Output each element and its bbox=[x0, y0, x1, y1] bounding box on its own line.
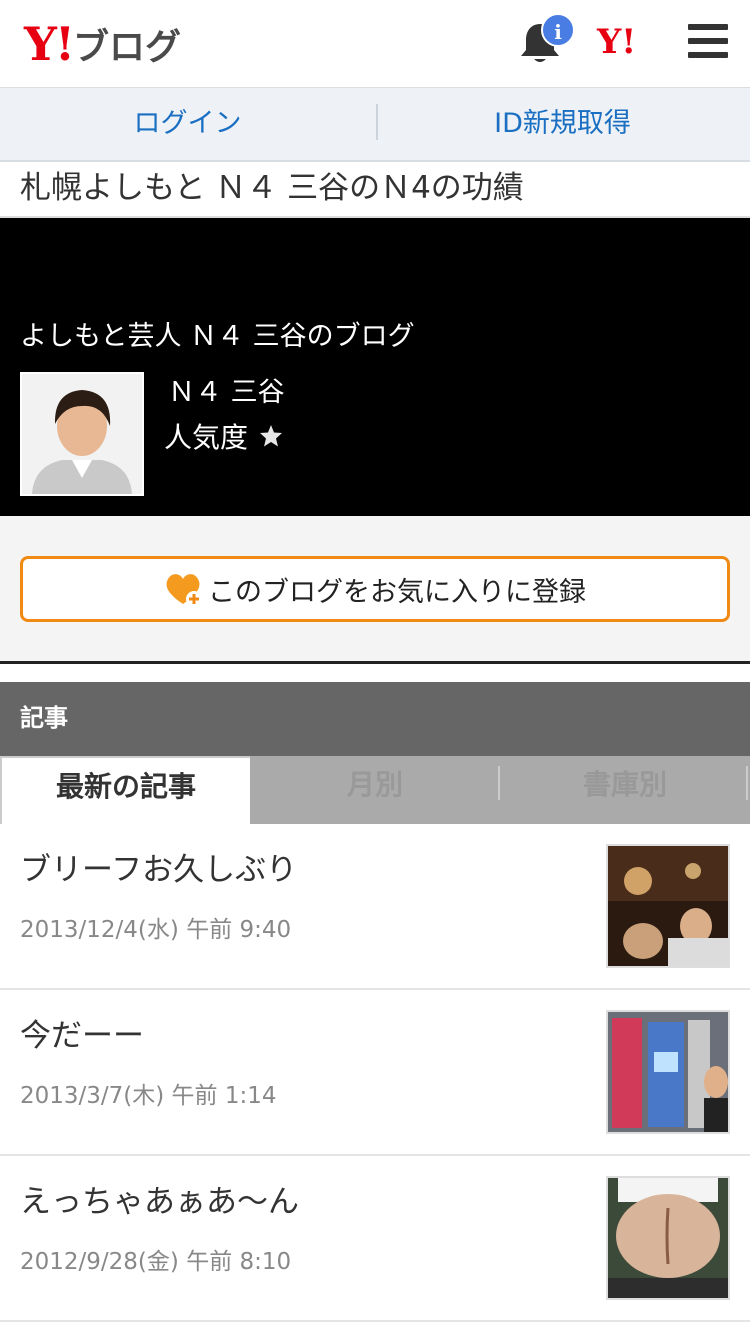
article-title: ブリーフお久しぶり bbox=[20, 852, 298, 888]
yahoo-logo-mark: Y! bbox=[24, 17, 75, 71]
page-title: 札幌よしもと Ｎ４ 三谷のＮ4の功績 bbox=[0, 162, 750, 218]
blog-profile: よしもと芸人 Ｎ４ 三谷のブログ Ｎ４ 三谷 人気度 bbox=[0, 218, 750, 516]
author-name: Ｎ４ 三谷 bbox=[168, 377, 285, 408]
article-date: 2012/9/28(金) 午前 8:10 bbox=[20, 1249, 292, 1275]
app-header: Y! ブログ i Y! bbox=[0, 0, 750, 88]
author-avatar[interactable] bbox=[20, 372, 144, 496]
article-item[interactable]: 今だーー 2013/3/7(木) 午前 1:14 bbox=[0, 990, 750, 1156]
article-title: 今だーー bbox=[20, 1018, 144, 1054]
article-thumbnail bbox=[606, 1010, 730, 1134]
article-thumbnail bbox=[606, 844, 730, 968]
login-link[interactable]: ログイン bbox=[0, 88, 375, 160]
tab-divider bbox=[498, 766, 500, 800]
article-date: 2013/12/4(水) 午前 9:40 bbox=[20, 917, 292, 943]
tab-archive[interactable]: 書庫別 bbox=[500, 756, 750, 824]
hamburger-menu-icon[interactable] bbox=[688, 24, 728, 60]
article-thumbnail bbox=[606, 1176, 730, 1300]
spacer bbox=[0, 664, 750, 682]
article-tabs: 最新の記事 月別 書庫別 bbox=[0, 756, 750, 824]
add-favorite-label: このブログをお気に入りに登録 bbox=[208, 576, 586, 608]
login-bar: ログイン ID新規取得 bbox=[0, 88, 750, 162]
yahoo-blog-logo[interactable]: Y! ブログ bbox=[24, 16, 181, 72]
notification-badge: i bbox=[541, 13, 575, 47]
tab-monthly[interactable]: 月別 bbox=[250, 756, 500, 824]
add-favorite-button[interactable]: このブログをお気に入りに登録 bbox=[20, 556, 730, 622]
register-id-link[interactable]: ID新規取得 bbox=[375, 88, 750, 160]
article-item[interactable]: ブリーフお久しぶり 2013/12/4(水) 午前 9:40 bbox=[0, 824, 750, 990]
article-item[interactable]: えっちゃあぁあ〜ん 2012/9/28(金) 午前 8:10 bbox=[0, 1156, 750, 1322]
popularity-label: 人気度 bbox=[164, 421, 249, 454]
article-title: えっちゃあぁあ〜ん bbox=[20, 1184, 299, 1220]
article-date: 2013/3/7(木) 午前 1:14 bbox=[20, 1083, 277, 1109]
tab-divider bbox=[746, 766, 748, 800]
section-title: 記事 bbox=[0, 682, 750, 756]
yahoo-icon[interactable]: Y! bbox=[597, 22, 636, 62]
tab-latest[interactable]: 最新の記事 bbox=[0, 756, 250, 824]
logo-text: ブログ bbox=[73, 27, 182, 68]
favorite-area: このブログをお気に入りに登録 bbox=[0, 516, 750, 664]
blog-name[interactable]: よしもと芸人 Ｎ４ 三谷のブログ bbox=[20, 314, 415, 353]
login-bar-divider bbox=[376, 104, 378, 140]
heart-plus-icon bbox=[166, 574, 202, 607]
star-icon bbox=[260, 425, 283, 447]
popularity: 人気度 bbox=[164, 416, 284, 456]
